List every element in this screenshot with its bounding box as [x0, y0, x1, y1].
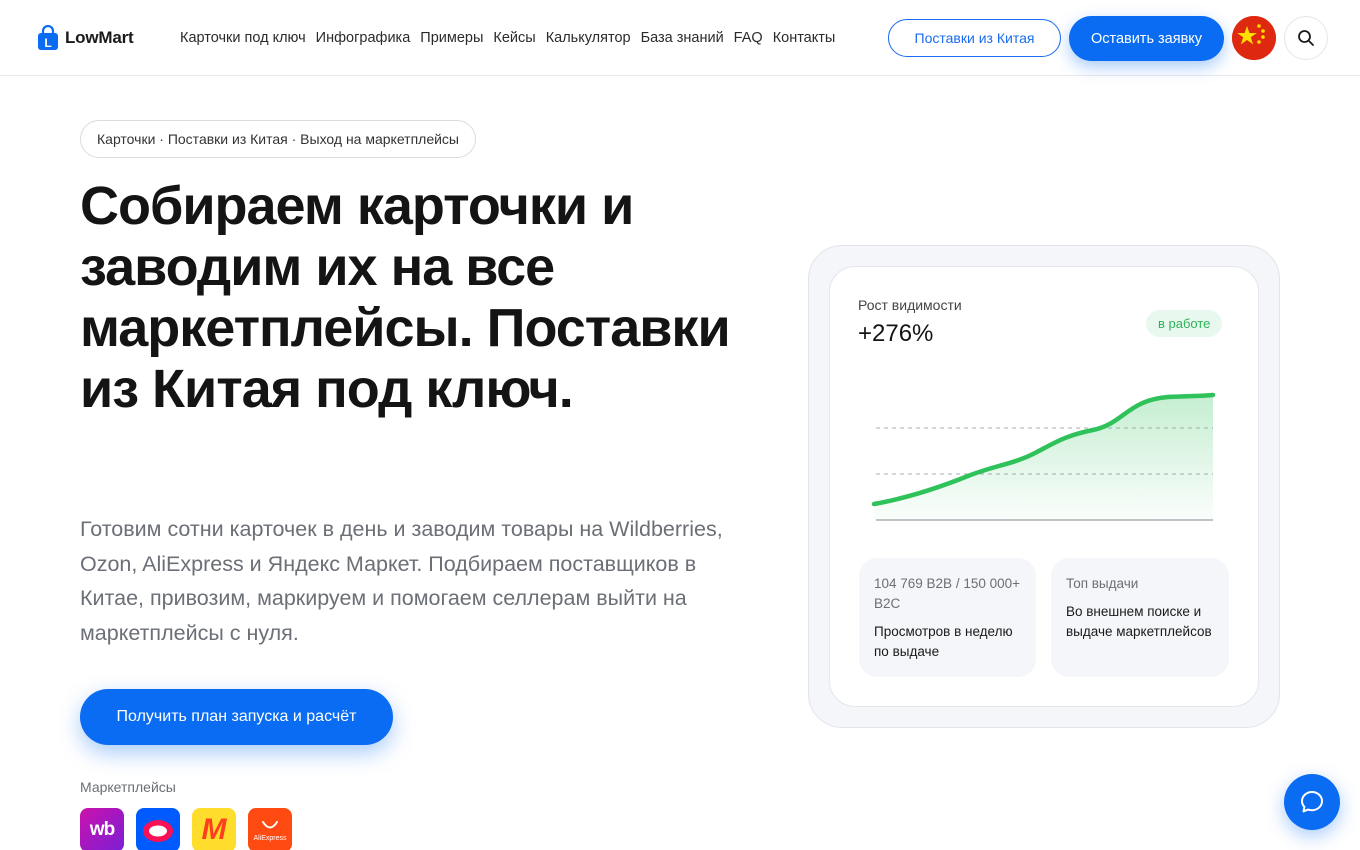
- hero-subtitle: Готовим сотни карточек в день и заводим …: [80, 517, 723, 645]
- yandex-market-label: M: [201, 813, 227, 846]
- weekly-views-stat: 104 769 B2B / 150 000+ B2C Просмотров в …: [859, 558, 1036, 677]
- search-icon: [1298, 30, 1314, 46]
- logo-text: LowMart: [65, 28, 134, 47]
- nav-item-calculator[interactable]: Калькулятор: [546, 30, 631, 46]
- marketplaces-label: Маркетплейсы: [80, 779, 176, 795]
- chat-bubble-icon: [1301, 791, 1323, 813]
- nav-item-knowledge-base[interactable]: База знаний: [641, 30, 724, 46]
- nav-item-faq[interactable]: FAQ: [734, 30, 763, 46]
- nav-item-cases[interactable]: Кейсы: [493, 30, 535, 46]
- nav-item-contacts[interactable]: Контакты: [773, 30, 836, 46]
- wildberries-label: wb: [89, 819, 115, 840]
- visibility-growth-label: Рост видимости: [858, 297, 962, 313]
- aliexpress-label: AliExpress: [253, 834, 287, 842]
- top-search-caption: Во внешнем поиске и выдаче маркетплейсов: [1066, 604, 1212, 639]
- search-button[interactable]: [1284, 16, 1328, 60]
- chat-button[interactable]: [1284, 774, 1340, 830]
- yandex-market-icon[interactable]: M: [192, 808, 236, 850]
- nav-item-cards[interactable]: Карточки под ключ: [180, 30, 306, 46]
- china-flag-icon[interactable]: [1232, 16, 1276, 60]
- weekly-views-value: 104 769 B2B / 150 000+ B2C: [874, 576, 1021, 611]
- ozon-icon[interactable]: [136, 808, 180, 850]
- svg-text:L: L: [44, 36, 51, 50]
- visibility-growth-value: +276%: [858, 320, 934, 347]
- leave-request-button[interactable]: Оставить заявку: [1069, 16, 1224, 61]
- nav-item-infographics[interactable]: Инфографика: [316, 30, 411, 46]
- services-pill: Карточки · Поставки из Китая · Выход на …: [80, 120, 476, 158]
- growth-chart: [871, 392, 1216, 521]
- weekly-views-caption: Просмотров в неделю по выдаче: [874, 624, 1013, 659]
- logo[interactable]: L LowMart: [37, 25, 134, 51]
- status-badge: в работе: [1146, 310, 1223, 337]
- aliexpress-icon[interactable]: AliExpress: [248, 808, 292, 850]
- get-launch-plan-button[interactable]: Получить план запуска и расчёт: [80, 689, 393, 745]
- chart-area: [874, 395, 1213, 520]
- site-header: L LowMart Карточки под ключ Инфографика …: [0, 0, 1360, 76]
- marketplace-icons: wb M AliExpress: [80, 808, 292, 850]
- main-nav: Карточки под ключ Инфографика Примеры Ке…: [180, 30, 835, 46]
- wildberries-icon[interactable]: wb: [80, 808, 124, 850]
- nav-item-examples[interactable]: Примеры: [420, 30, 483, 46]
- shopping-bag-icon: L: [38, 25, 58, 50]
- china-supply-button[interactable]: Поставки из Китая: [888, 19, 1061, 57]
- top-search-stat: Топ выдачи Во внешнем поиске и выдаче ма…: [1051, 558, 1229, 677]
- hero-title: Собираем карточки и заводим их на все ма…: [80, 176, 731, 419]
- top-search-value: Топ выдачи: [1066, 576, 1139, 591]
